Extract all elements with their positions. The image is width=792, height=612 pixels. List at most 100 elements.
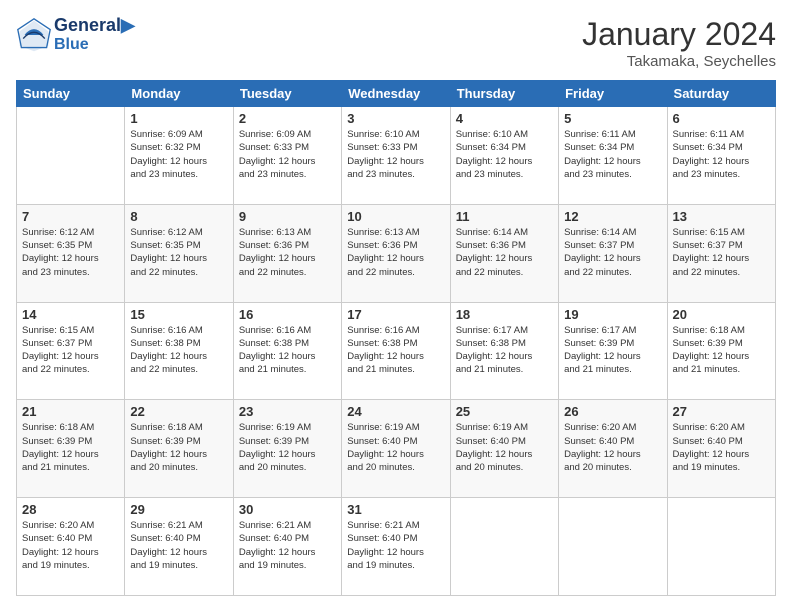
day-info: Sunrise: 6:10 AM Sunset: 6:34 PM Dayligh… xyxy=(456,128,553,181)
day-number: 16 xyxy=(239,307,336,322)
day-info: Sunrise: 6:20 AM Sunset: 6:40 PM Dayligh… xyxy=(22,519,119,572)
day-info: Sunrise: 6:12 AM Sunset: 6:35 PM Dayligh… xyxy=(130,226,227,279)
day-info: Sunrise: 6:13 AM Sunset: 6:36 PM Dayligh… xyxy=(347,226,444,279)
day-info: Sunrise: 6:21 AM Sunset: 6:40 PM Dayligh… xyxy=(239,519,336,572)
day-number: 8 xyxy=(130,209,227,224)
day-info: Sunrise: 6:19 AM Sunset: 6:40 PM Dayligh… xyxy=(456,421,553,474)
calendar-week-row: 28 Sunrise: 6:20 AM Sunset: 6:40 PM Dayli… xyxy=(17,498,776,596)
col-tuesday: Tuesday xyxy=(233,81,341,107)
calendar-cell: 27Sunrise: 6:20 AM Sunset: 6:40 PM Dayli… xyxy=(667,400,775,498)
day-info: Sunrise: 6:11 AM Sunset: 6:34 PM Dayligh… xyxy=(673,128,770,181)
calendar-header-row: Sunday Monday Tuesday Wednesday Thursday… xyxy=(17,81,776,107)
day-info: Sunrise: 6:10 AM Sunset: 6:33 PM Dayligh… xyxy=(347,128,444,181)
day-info: Sunrise: 6:15 AM Sunset: 6:37 PM Dayligh… xyxy=(673,226,770,279)
day-number: 3 xyxy=(347,111,444,126)
day-number: 19 xyxy=(564,307,661,322)
calendar-cell: 16 Sunrise: 6:16 AM Sunset: 6:38 PM Dayli… xyxy=(233,302,341,400)
day-number: 23 xyxy=(239,404,336,419)
month-title: January 2024 xyxy=(582,16,776,53)
col-saturday: Saturday xyxy=(667,81,775,107)
day-number: 20 xyxy=(673,307,770,322)
day-info: Sunrise: 6:13 AM Sunset: 6:36 PM Dayligh… xyxy=(239,226,336,279)
header: General▶ Blue January 2024 Takamaka, Sey… xyxy=(16,16,776,70)
calendar-cell: 9 Sunrise: 6:13 AM Sunset: 6:36 PM Daylig… xyxy=(233,204,341,302)
day-number: 26 xyxy=(564,404,661,419)
calendar-cell: 30 Sunrise: 6:21 AM Sunset: 6:40 PM Dayli… xyxy=(233,498,341,596)
title-area: January 2024 Takamaka, Seychelles xyxy=(582,16,776,70)
day-number: 1 xyxy=(130,111,227,126)
day-number: 28 xyxy=(22,502,119,517)
calendar-cell: 5 Sunrise: 6:11 AM Sunset: 6:34 PM Daylig… xyxy=(559,107,667,205)
calendar-cell: 8 Sunrise: 6:12 AM Sunset: 6:35 PM Daylig… xyxy=(125,204,233,302)
calendar-cell: 14 Sunrise: 6:15 AM Sunset: 6:37 PM Dayli… xyxy=(17,302,125,400)
day-number: 29 xyxy=(130,502,227,517)
calendar-cell: 12 Sunrise: 6:14 AM Sunset: 6:37 PM Dayli… xyxy=(559,204,667,302)
day-info: Sunrise: 6:14 AM Sunset: 6:37 PM Dayligh… xyxy=(564,226,661,279)
location-subtitle: Takamaka, Seychelles xyxy=(582,53,776,70)
calendar-cell: 31Sunrise: 6:21 AM Sunset: 6:40 PM Dayli… xyxy=(342,498,450,596)
day-number: 7 xyxy=(22,209,119,224)
day-number: 24 xyxy=(347,404,444,419)
day-info: Sunrise: 6:09 AM Sunset: 6:33 PM Dayligh… xyxy=(239,128,336,181)
day-number: 2 xyxy=(239,111,336,126)
day-info: Sunrise: 6:20 AM Sunset: 6:40 PM Dayligh… xyxy=(673,421,770,474)
day-number: 4 xyxy=(456,111,553,126)
day-number: 15 xyxy=(130,307,227,322)
col-wednesday: Wednesday xyxy=(342,81,450,107)
day-number: 21 xyxy=(22,404,119,419)
calendar-cell: 10 Sunrise: 6:13 AM Sunset: 6:36 PM Dayli… xyxy=(342,204,450,302)
day-info: Sunrise: 6:09 AM Sunset: 6:32 PM Dayligh… xyxy=(130,128,227,181)
day-number: 30 xyxy=(239,502,336,517)
day-number: 11 xyxy=(456,209,553,224)
day-number: 14 xyxy=(22,307,119,322)
calendar-cell: 6Sunrise: 6:11 AM Sunset: 6:34 PM Daylig… xyxy=(667,107,775,205)
calendar-week-row: 21 Sunrise: 6:18 AM Sunset: 6:39 PM Dayli… xyxy=(17,400,776,498)
calendar-cell: 13 Sunrise: 6:15 AM Sunset: 6:37 PM Dayli… xyxy=(667,204,775,302)
page: General▶ Blue January 2024 Takamaka, Sey… xyxy=(0,0,792,612)
day-number: 9 xyxy=(239,209,336,224)
day-info: Sunrise: 6:16 AM Sunset: 6:38 PM Dayligh… xyxy=(130,324,227,377)
day-info: Sunrise: 6:19 AM Sunset: 6:40 PM Dayligh… xyxy=(347,421,444,474)
day-info: Sunrise: 6:11 AM Sunset: 6:34 PM Dayligh… xyxy=(564,128,661,181)
col-monday: Monday xyxy=(125,81,233,107)
calendar-cell: 26 Sunrise: 6:20 AM Sunset: 6:40 PM Dayli… xyxy=(559,400,667,498)
calendar-cell: 20 Sunrise: 6:18 AM Sunset: 6:39 PM Dayli… xyxy=(667,302,775,400)
calendar-cell: 29Sunrise: 6:21 AM Sunset: 6:40 PM Dayli… xyxy=(125,498,233,596)
day-info: Sunrise: 6:15 AM Sunset: 6:37 PM Dayligh… xyxy=(22,324,119,377)
calendar-cell: 4 Sunrise: 6:10 AM Sunset: 6:34 PM Daylig… xyxy=(450,107,558,205)
col-thursday: Thursday xyxy=(450,81,558,107)
day-info: Sunrise: 6:18 AM Sunset: 6:39 PM Dayligh… xyxy=(673,324,770,377)
day-info: Sunrise: 6:17 AM Sunset: 6:39 PM Dayligh… xyxy=(564,324,661,377)
calendar-cell: 3 Sunrise: 6:10 AM Sunset: 6:33 PM Daylig… xyxy=(342,107,450,205)
day-number: 13 xyxy=(673,209,770,224)
day-info: Sunrise: 6:20 AM Sunset: 6:40 PM Dayligh… xyxy=(564,421,661,474)
day-info: Sunrise: 6:12 AM Sunset: 6:35 PM Dayligh… xyxy=(22,226,119,279)
calendar-cell: 7 Sunrise: 6:12 AM Sunset: 6:35 PM Daylig… xyxy=(17,204,125,302)
day-number: 12 xyxy=(564,209,661,224)
calendar-cell: 1 Sunrise: 6:09 AM Sunset: 6:32 PM Daylig… xyxy=(125,107,233,205)
col-sunday: Sunday xyxy=(17,81,125,107)
day-number: 18 xyxy=(456,307,553,322)
day-info: Sunrise: 6:18 AM Sunset: 6:39 PM Dayligh… xyxy=(130,421,227,474)
calendar: Sunday Monday Tuesday Wednesday Thursday… xyxy=(16,80,776,596)
day-info: Sunrise: 6:16 AM Sunset: 6:38 PM Dayligh… xyxy=(239,324,336,377)
calendar-cell: 17 Sunrise: 6:16 AM Sunset: 6:38 PM Dayli… xyxy=(342,302,450,400)
calendar-cell: 2 Sunrise: 6:09 AM Sunset: 6:33 PM Daylig… xyxy=(233,107,341,205)
calendar-cell: 28 Sunrise: 6:20 AM Sunset: 6:40 PM Dayli… xyxy=(17,498,125,596)
calendar-cell: 21 Sunrise: 6:18 AM Sunset: 6:39 PM Dayli… xyxy=(17,400,125,498)
day-info: Sunrise: 6:18 AM Sunset: 6:39 PM Dayligh… xyxy=(22,421,119,474)
day-info: Sunrise: 6:16 AM Sunset: 6:38 PM Dayligh… xyxy=(347,324,444,377)
col-friday: Friday xyxy=(559,81,667,107)
day-number: 31 xyxy=(347,502,444,517)
day-number: 5 xyxy=(564,111,661,126)
calendar-cell xyxy=(667,498,775,596)
day-info: Sunrise: 6:17 AM Sunset: 6:38 PM Dayligh… xyxy=(456,324,553,377)
calendar-cell: 24 Sunrise: 6:19 AM Sunset: 6:40 PM Dayli… xyxy=(342,400,450,498)
calendar-week-row: 1 Sunrise: 6:09 AM Sunset: 6:32 PM Daylig… xyxy=(17,107,776,205)
day-number: 10 xyxy=(347,209,444,224)
logo-text: General▶ Blue xyxy=(54,16,135,53)
calendar-cell xyxy=(559,498,667,596)
day-number: 17 xyxy=(347,307,444,322)
calendar-cell: 19 Sunrise: 6:17 AM Sunset: 6:39 PM Dayli… xyxy=(559,302,667,400)
logo: General▶ Blue xyxy=(16,16,135,53)
